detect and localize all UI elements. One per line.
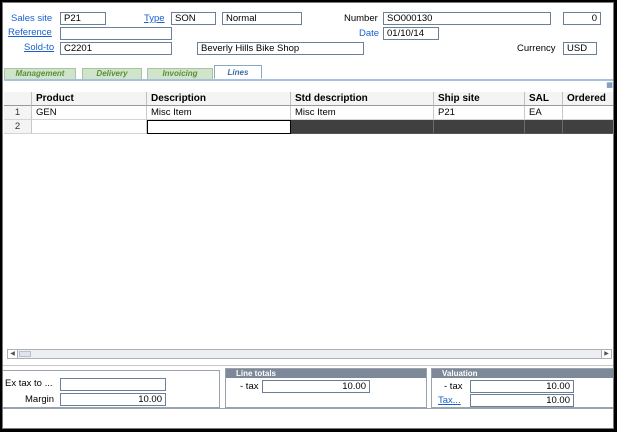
column-header-sal[interactable]: SAL <box>525 92 563 106</box>
sold-to-code-field[interactable]: C2201 <box>60 42 172 55</box>
valuation-panel: Valuation - tax 10.00 Tax... 10.00 <box>431 368 613 408</box>
tax-details-link[interactable]: Tax... <box>438 395 461 407</box>
tab-lines[interactable]: Lines <box>214 65 262 79</box>
status-bar <box>3 408 613 428</box>
line-totals-tax-field: 10.00 <box>262 380 370 393</box>
date-label: Date <box>359 28 380 39</box>
expand-icon[interactable]: ▦ <box>606 82 613 89</box>
order-number-field[interactable]: SO000130 <box>383 12 551 25</box>
ex-tax-panel: Ex tax to ... Margin 10.00 <box>3 370 220 408</box>
valuation-tax-total-field: 10.00 <box>470 394 574 407</box>
row-number: 1 <box>4 106 32 120</box>
line-totals-title: Line totals <box>226 369 426 378</box>
ex-tax-field[interactable] <box>60 378 166 391</box>
type-link[interactable]: Type <box>144 13 165 25</box>
margin-field: 10.00 <box>60 393 166 406</box>
column-header-product[interactable]: Product <box>32 92 147 106</box>
ordered-cell[interactable] <box>563 120 613 134</box>
date-field[interactable]: 01/10/14 <box>383 27 439 40</box>
line-totals-panel: Line totals - tax 10.00 <box>225 368 427 408</box>
reference-link[interactable]: Reference <box>8 27 52 39</box>
ex-tax-label: Ex tax to ... <box>5 378 53 389</box>
column-header-description[interactable]: Description <box>147 92 291 106</box>
column-header-ship-site[interactable]: Ship site <box>434 92 525 106</box>
sal-cell[interactable]: EA <box>525 106 563 120</box>
product-cell[interactable] <box>32 120 147 134</box>
totals-footer: Ex tax to ... Margin 10.00 Line totals -… <box>3 365 613 409</box>
ship-site-cell[interactable]: P21 <box>434 106 525 120</box>
sales-order-window: Sales site P21 Type SON Normal Number SO… <box>2 2 614 429</box>
sales-site-label: Sales site <box>11 13 53 24</box>
scroll-thumb[interactable] <box>19 351 31 357</box>
scroll-left-icon[interactable]: ◀ <box>8 350 18 358</box>
tab-delivery[interactable]: Delivery <box>82 68 142 79</box>
ship-site-cell[interactable] <box>434 120 525 134</box>
currency-label: Currency <box>517 43 556 54</box>
currency-field[interactable]: USD <box>563 42 597 55</box>
sales-site-field[interactable]: P21 <box>60 12 106 25</box>
sold-to-link[interactable]: Sold-to <box>24 42 54 54</box>
std-description-cell[interactable]: Misc Item <box>291 106 434 120</box>
description-edit-cell[interactable] <box>147 120 291 134</box>
std-description-cell[interactable] <box>291 120 434 134</box>
type-description-field: Normal <box>222 12 302 25</box>
valuation-title: Valuation <box>432 369 613 378</box>
product-cell[interactable]: GEN <box>32 106 147 120</box>
column-header-ordered[interactable]: Ordered <box>563 92 613 106</box>
scroll-right-icon[interactable]: ▶ <box>601 350 611 358</box>
tab-invoicing[interactable]: Invoicing <box>147 68 213 79</box>
sal-cell[interactable] <box>525 120 563 134</box>
valuation-tax-field: 10.00 <box>470 380 574 393</box>
ordered-cell[interactable] <box>563 106 613 120</box>
lines-grid: ▦ Product Description Std description Sh… <box>4 79 613 364</box>
margin-label: Margin <box>25 394 55 405</box>
sold-to-name-field: Beverly Hills Bike Shop <box>197 42 364 55</box>
column-header-std-description[interactable]: Std description <box>291 92 434 106</box>
type-code-field[interactable]: SON <box>171 12 216 25</box>
number-label: Number <box>344 13 378 24</box>
line-totals-tax-label: - tax <box>240 381 259 392</box>
row-number: 2 <box>4 120 32 134</box>
tab-management[interactable]: Management <box>4 68 76 79</box>
order-counter-field: 0 <box>563 12 601 25</box>
horizontal-scrollbar[interactable]: ◀ ▶ <box>7 349 612 359</box>
description-cell[interactable]: Misc Item <box>147 106 291 120</box>
reference-field[interactable] <box>60 27 172 40</box>
row-number-header <box>4 92 32 106</box>
valuation-tax-label: - tax <box>444 381 463 392</box>
